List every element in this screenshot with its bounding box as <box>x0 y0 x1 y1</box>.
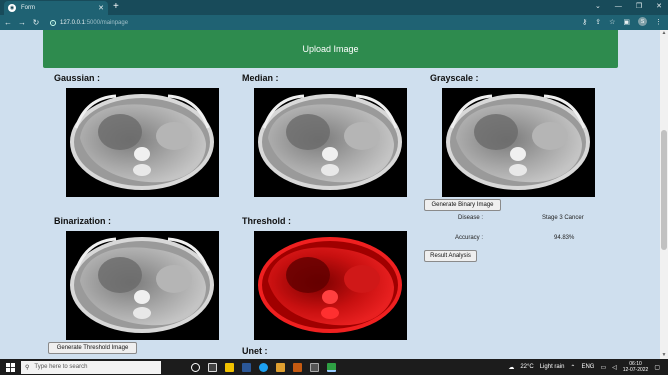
disease-value: Stage 3 Cancer <box>542 215 584 221</box>
tab-title: Form <box>21 5 35 11</box>
search-icon: ⚲ <box>25 364 30 371</box>
binarization-image <box>66 231 219 340</box>
accuracy-label: Accuracy : <box>455 235 484 241</box>
unet-label: Unet : <box>242 346 268 356</box>
scroll-up-icon[interactable]: ▲ <box>660 30 668 37</box>
tab-search-icon[interactable]: ⌄ <box>595 1 601 13</box>
app-icon-2[interactable] <box>293 362 302 372</box>
grayscale-label: Grayscale : <box>430 73 479 83</box>
site-info-icon[interactable]: i <box>50 19 56 26</box>
weather-desc[interactable]: Light rain <box>540 364 565 370</box>
menu-kebab-icon[interactable]: ⋮ <box>655 18 662 26</box>
volume-icon[interactable]: ◁ <box>612 364 617 371</box>
system-clock[interactable]: 06:10 12-07-2022 <box>623 361 649 373</box>
binarization-label: Binarization : <box>54 216 112 226</box>
bookmark-star-icon[interactable]: ☆ <box>609 18 615 26</box>
notifications-icon[interactable]: ▢ <box>654 364 660 371</box>
threshold-image <box>254 231 407 340</box>
edge-icon[interactable] <box>259 362 268 372</box>
median-image <box>254 88 407 197</box>
forward-icon[interactable]: → <box>16 18 28 27</box>
scrollbar-thumb[interactable] <box>661 130 667 250</box>
generate-binary-image-button[interactable]: Generate Binary Image <box>424 199 501 211</box>
tab-favicon-icon: ◉ <box>8 4 16 12</box>
app-icon-1[interactable] <box>276 362 285 372</box>
profile-avatar[interactable]: S <box>638 17 647 26</box>
taskbar-search-input[interactable]: ⚲ Type here to search <box>21 360 161 374</box>
weather-temp[interactable]: 22°C <box>520 364 533 370</box>
address-bar[interactable]: i 127.0.0.1:5000/mainpage <box>50 17 620 28</box>
new-tab-icon[interactable]: + <box>113 1 119 13</box>
weather-icon: ☁ <box>508 364 515 371</box>
upload-image-button[interactable]: Upload Image <box>43 30 618 68</box>
threshold-label: Threshold : <box>242 216 291 226</box>
median-label: Median : <box>242 73 279 83</box>
result-analysis-button[interactable]: Result Analysis <box>424 250 477 262</box>
browser-tab[interactable]: ◉ Form ✕ <box>4 1 108 15</box>
tray-chevron-icon[interactable]: ⌃ <box>570 364 575 371</box>
scroll-down-icon[interactable]: ▼ <box>660 352 668 359</box>
task-view-icon[interactable] <box>208 362 217 372</box>
accuracy-value: 94.83% <box>554 235 575 241</box>
cortana-icon[interactable] <box>191 362 200 372</box>
browser-tab-bar: ◉ Form ✕ + ⌄ — ❐ ✕ <box>0 0 668 15</box>
file-explorer-icon[interactable] <box>225 362 234 372</box>
tab-close-icon[interactable]: ✕ <box>98 5 104 12</box>
restore-icon[interactable]: ❐ <box>636 1 642 13</box>
system-tray: ☁ 22°C Light rain ⌃ ENG ▭ ◁ 06:10 12-07-… <box>508 360 660 374</box>
disease-label: Disease : <box>458 215 484 221</box>
windows-start-icon[interactable] <box>3 362 17 372</box>
reload-icon[interactable]: ↻ <box>30 18 42 27</box>
browser-toolbar: ← → ↻ i 127.0.0.1:5000/mainpage ⚷ ⇪ ☆ ▣ … <box>0 15 668 30</box>
generate-threshold-image-button[interactable]: Generate Threshold Image <box>48 342 137 354</box>
gaussian-image <box>66 88 219 197</box>
chrome-icon[interactable] <box>327 362 336 372</box>
word-icon[interactable] <box>242 362 251 372</box>
network-icon[interactable]: ▭ <box>600 364 606 371</box>
grayscale-image <box>442 88 595 197</box>
url-text: 127.0.0.1:5000/mainpage <box>60 19 129 26</box>
close-window-icon[interactable]: ✕ <box>656 1 662 13</box>
search-placeholder: Type here to search <box>34 364 88 370</box>
gaussian-label: Gaussian : <box>54 73 101 83</box>
back-icon[interactable]: ← <box>2 18 14 27</box>
share-icon[interactable]: ⇪ <box>595 18 601 26</box>
extensions-icon[interactable]: ▣ <box>623 18 630 26</box>
language-indicator[interactable]: ENG <box>581 364 594 370</box>
terminal-icon[interactable] <box>310 362 319 372</box>
key-icon[interactable]: ⚷ <box>582 18 587 26</box>
minimize-icon[interactable]: — <box>615 1 622 13</box>
